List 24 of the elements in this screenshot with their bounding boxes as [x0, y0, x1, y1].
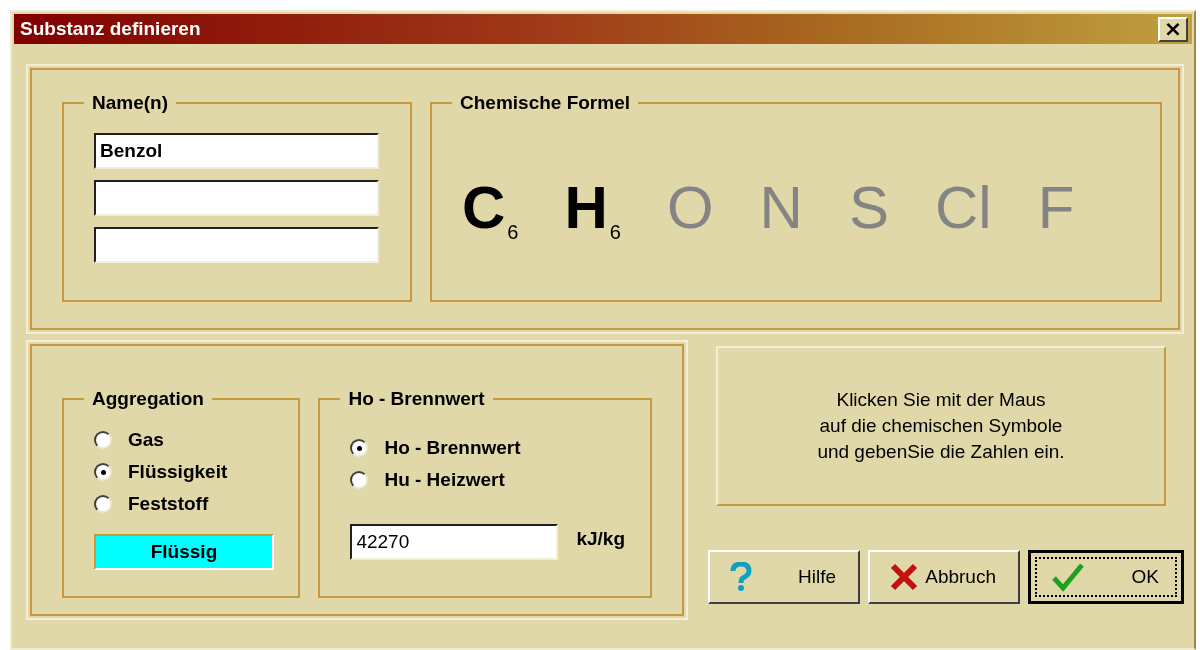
- group-label: Name(n): [91, 92, 169, 114]
- unit-label: kJ/kg: [576, 528, 625, 550]
- state-indicator: Flüssig: [94, 534, 274, 570]
- hint-text: Klicken Sie mit der Maus auf die chemischen Symbole und gebenSie die Zahlen ein.: [716, 346, 1166, 506]
- radio-option[interactable]: Feststoff: [94, 488, 279, 520]
- cross-icon: [890, 563, 918, 591]
- close-button[interactable]: ×: [1158, 16, 1188, 42]
- radio-option[interactable]: Ho - Brennwert: [350, 432, 630, 464]
- group-label: Chemische Formel: [459, 92, 631, 114]
- help-button[interactable]: Hilfe: [708, 550, 860, 604]
- name-field[interactable]: [94, 180, 379, 216]
- radio-option[interactable]: Hu - Heizwert: [350, 464, 630, 496]
- group-label: Ho - Brennwert: [347, 388, 486, 410]
- question-mark-icon: [730, 562, 752, 592]
- radio-option[interactable]: Flüssigkeit: [94, 456, 279, 488]
- checkmark-icon: [1051, 562, 1085, 592]
- cancel-button[interactable]: Abbruch: [868, 550, 1020, 604]
- window-title: Substanz definieren: [20, 18, 201, 40]
- radio-option[interactable]: Gas: [94, 424, 279, 456]
- name-field[interactable]: Benzol: [94, 133, 379, 169]
- name-field[interactable]: [94, 227, 379, 263]
- group-label: Aggregation: [91, 388, 205, 410]
- ok-button[interactable]: OK: [1028, 550, 1184, 604]
- value-field[interactable]: 42270: [350, 524, 559, 560]
